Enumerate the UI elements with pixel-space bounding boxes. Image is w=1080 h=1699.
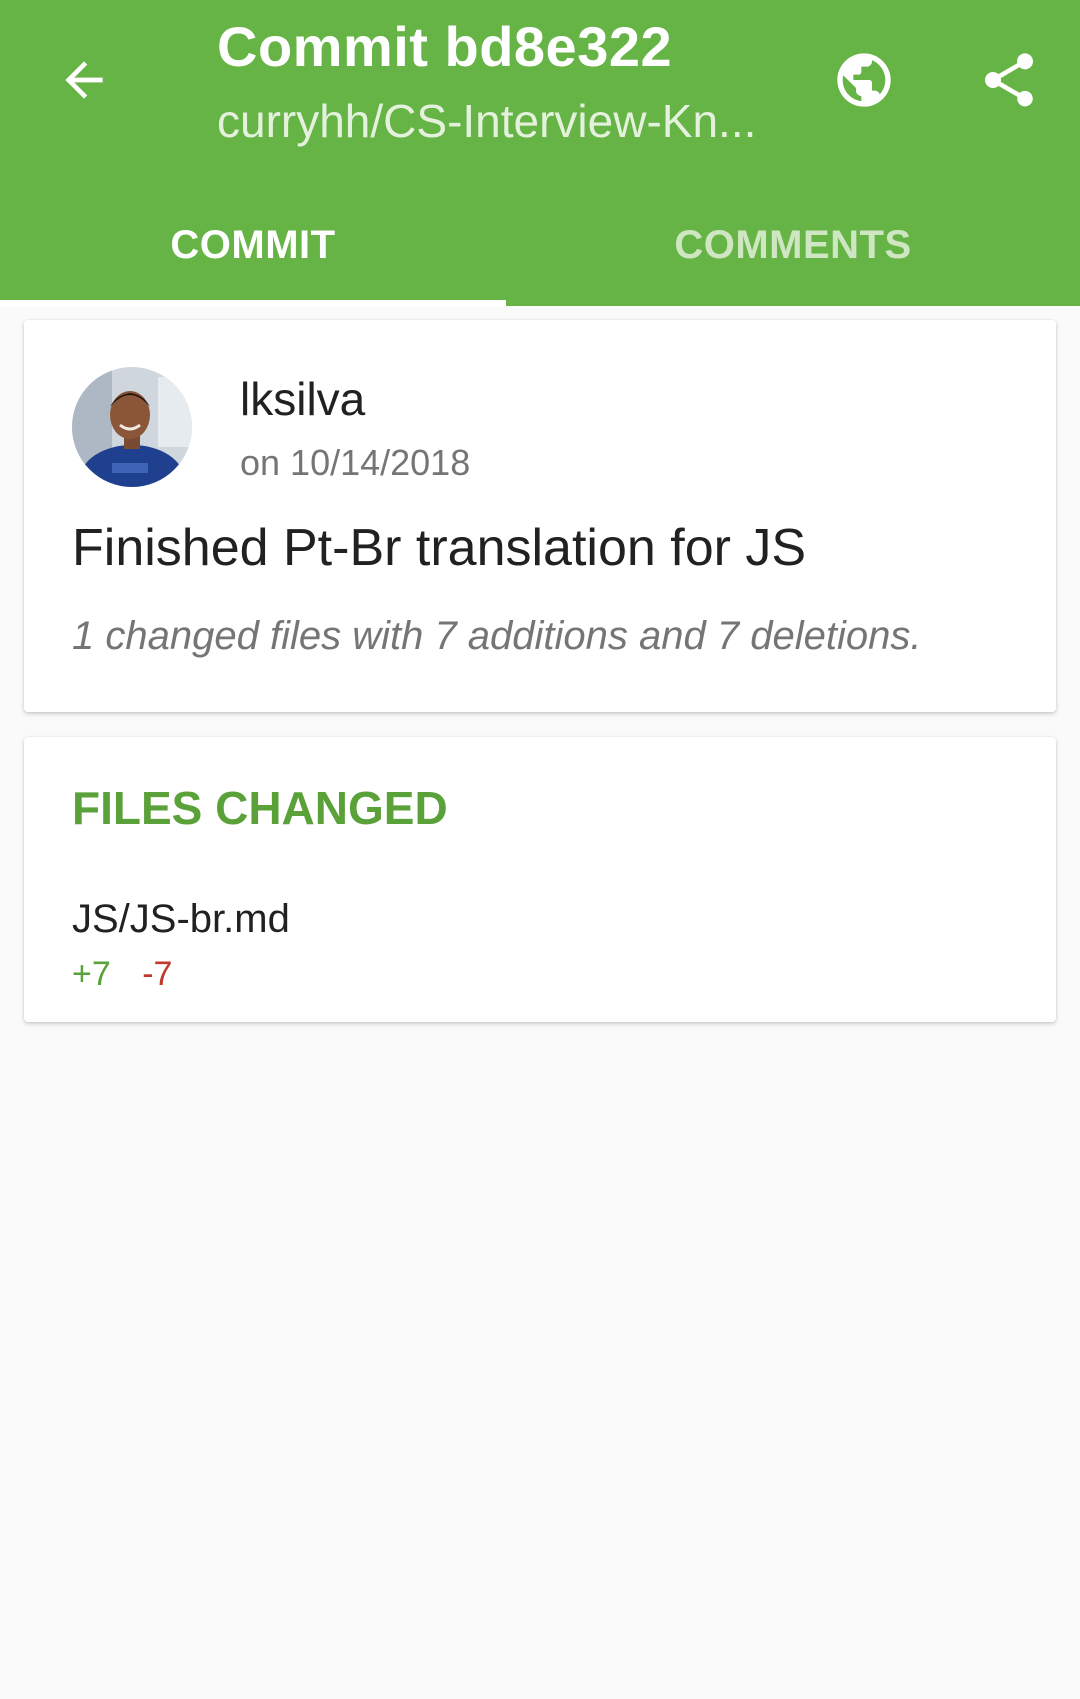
repository-subtitle: curryhh/CS-Interview-Kn... xyxy=(217,95,757,147)
arrow-back-icon xyxy=(65,61,103,99)
commit-card: lksilva on 10/14/2018 Finished Pt-Br tra… xyxy=(24,320,1056,712)
tab-comments[interactable]: COMMENTS xyxy=(540,184,1046,306)
commit-author[interactable]: lksilva xyxy=(240,372,365,426)
commit-message: Finished Pt-Br translation for JS xyxy=(72,519,807,577)
file-additions: +7 xyxy=(72,955,111,993)
commit-date: on 10/14/2018 xyxy=(240,442,471,483)
commit-summary: 1 changed files with 7 additions and 7 d… xyxy=(72,614,922,658)
open-in-browser-button[interactable] xyxy=(820,36,908,124)
avatar[interactable] xyxy=(72,367,192,487)
app-bar: Commit bd8e322 curryhh/CS-Interview-Kn..… xyxy=(0,0,1080,306)
share-icon xyxy=(985,53,1033,107)
back-button[interactable] xyxy=(40,36,128,124)
file-stats: +7 -7 xyxy=(72,955,172,994)
globe-icon xyxy=(837,53,891,107)
file-deletions: -7 xyxy=(142,955,173,993)
avatar-image xyxy=(72,367,192,487)
tab-indicator xyxy=(0,300,506,306)
files-changed-card: FILES CHANGED JS/JS-br.md +7 -7 xyxy=(24,737,1056,1022)
file-name[interactable]: JS/JS-br.md xyxy=(72,897,290,942)
share-button[interactable] xyxy=(965,36,1053,124)
page-title: Commit bd8e322 xyxy=(217,15,673,78)
files-changed-title: FILES CHANGED xyxy=(72,782,448,834)
tab-commit[interactable]: COMMIT xyxy=(0,184,506,306)
